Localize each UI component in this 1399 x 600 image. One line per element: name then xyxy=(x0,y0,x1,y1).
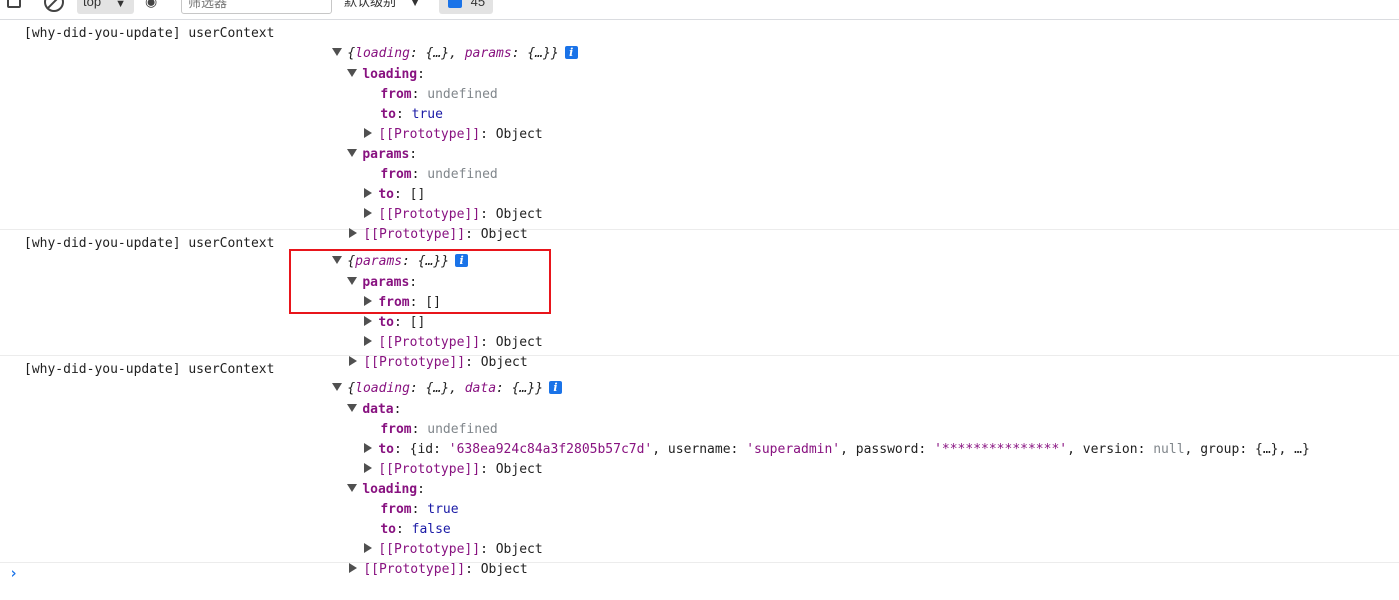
log-level-label: 默认级别 xyxy=(344,0,397,9)
console-prompt-chevron-icon[interactable]: › xyxy=(9,564,18,582)
object-preview-row[interactable]: {loading: {…}, data: {…}} i xyxy=(301,359,563,396)
message-icon xyxy=(448,0,462,9)
info-icon[interactable]: i xyxy=(564,46,578,59)
console-message: [why-did-you-update] userContext {loadin… xyxy=(0,356,1399,577)
context-select[interactable]: top ▼ xyxy=(77,0,134,14)
tree-item-from: from: true xyxy=(380,502,459,517)
tree-item-params[interactable]: params: xyxy=(316,125,417,162)
tree-item-prototype[interactable]: [[Prototype]]: Object xyxy=(333,105,543,142)
filter-input[interactable]: 筛选器 xyxy=(181,0,332,14)
console-toolbar: top ▼ ◉ 筛选器 默认级别 ▼ 45 xyxy=(0,0,1399,20)
clear-console-icon[interactable] xyxy=(44,0,64,12)
console-message: [why-did-you-update] userContext {loadin… xyxy=(0,20,1399,242)
collapse-triangle-icon[interactable] xyxy=(349,563,358,573)
preview-value: : {…}, xyxy=(409,381,465,396)
info-icon[interactable]: i xyxy=(549,381,563,394)
preview-key: data xyxy=(464,381,497,396)
sidebar-toggle-icon[interactable] xyxy=(7,0,21,8)
tree-item-loading[interactable]: loading: xyxy=(316,45,425,82)
tree-item-from: from: undefined xyxy=(380,422,498,437)
preview-key: params xyxy=(464,46,512,61)
object-preview-row[interactable]: {loading: {…}, params: {…}} i xyxy=(301,24,578,61)
context-label: top xyxy=(83,0,102,9)
tree-item-from: from: undefined xyxy=(380,167,498,182)
preview-value: : {…} xyxy=(511,46,551,61)
log-level-select[interactable]: 默认级别 ▼ xyxy=(344,0,428,14)
tree-item-prototype[interactable]: [[Prototype]]: Object xyxy=(333,520,543,557)
tree-item-to[interactable]: to: [] xyxy=(333,165,425,202)
tree-item-prototype[interactable]: [[Prototype]]: Object xyxy=(333,440,543,477)
preview-value: : {…} xyxy=(496,381,536,396)
message-source: [why-did-you-update] userContext xyxy=(24,26,275,41)
tree-item-prototype[interactable]: [[Prototype]]: Object xyxy=(318,205,528,242)
tree-item-data[interactable]: data: xyxy=(316,380,401,417)
tree-item-prototype[interactable]: [[Prototype]]: Object xyxy=(333,313,543,350)
tree-item-to: to: false xyxy=(380,522,451,537)
live-expression-eye-icon[interactable]: ◉ xyxy=(145,0,165,8)
tree-item-to[interactable]: to: {id: '638ea924c84a3f2805b57c7d', use… xyxy=(333,420,1310,457)
tree-item-prototype[interactable]: [[Prototype]]: Object xyxy=(318,333,528,370)
message-source: [why-did-you-update] userContext xyxy=(24,236,275,251)
console-message: [why-did-you-update] userContext {params… xyxy=(0,230,1399,370)
tree-item-prototype[interactable]: [[Prototype]]: Object xyxy=(333,185,543,222)
issues-count: 45 xyxy=(470,0,486,9)
annotation-highlight-box xyxy=(289,249,551,314)
tree-item-prototype[interactable]: [[Prototype]]: Object xyxy=(318,540,528,577)
chevron-down-icon: ▼ xyxy=(409,0,421,9)
chevron-down-icon: ▼ xyxy=(115,0,126,10)
message-source: [why-did-you-update] userContext xyxy=(24,362,275,377)
tree-item-loading[interactable]: loading: xyxy=(316,460,425,497)
issues-button[interactable]: 45 xyxy=(439,0,493,14)
tree-item-to: to: true xyxy=(380,107,443,122)
tree-item-from: from: undefined xyxy=(380,87,498,102)
